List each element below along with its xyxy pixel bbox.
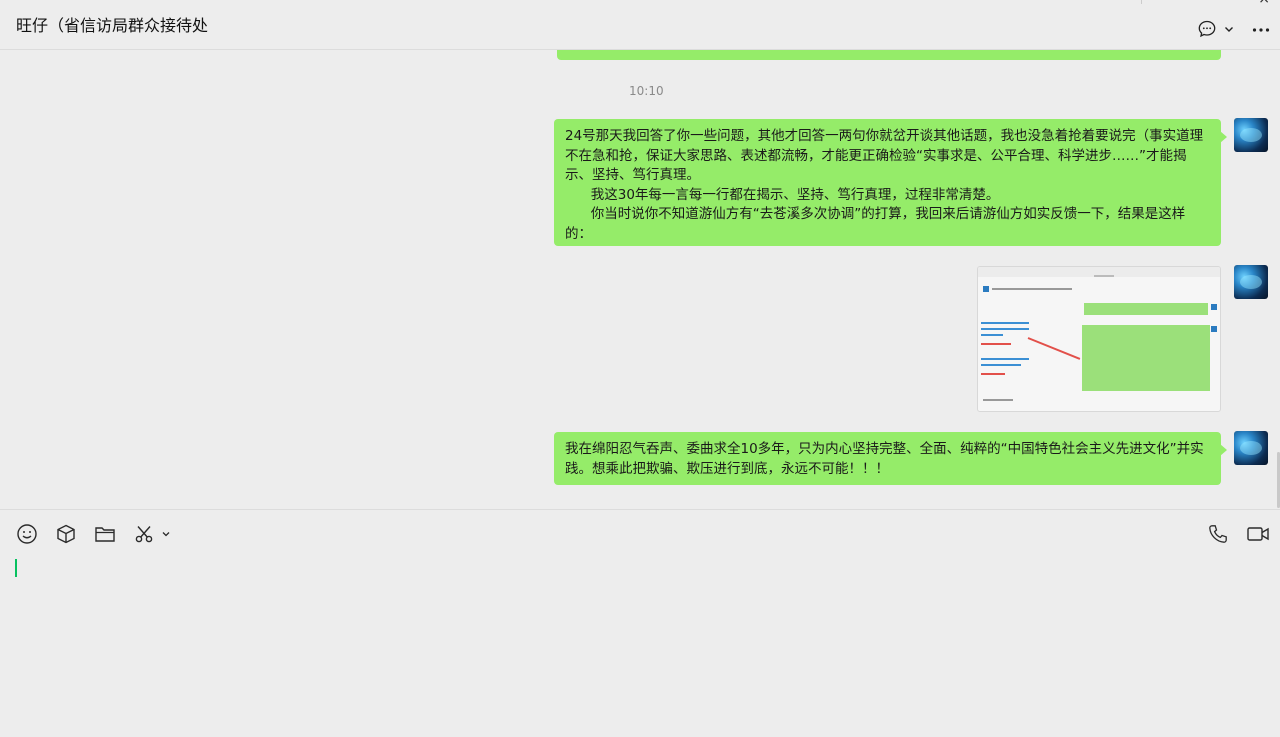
image-text-line xyxy=(1094,275,1114,277)
avatar[interactable] xyxy=(1234,265,1268,299)
image-text-line xyxy=(981,328,1029,330)
image-text-line xyxy=(981,334,1003,336)
chat-title: 旺仔（省信访局群众接待处 xyxy=(16,16,209,35)
sticker-button[interactable] xyxy=(55,522,77,546)
chevron-down-icon[interactable] xyxy=(160,528,172,540)
avatar[interactable] xyxy=(1234,431,1268,465)
input-area xyxy=(0,509,1280,737)
emoji-icon xyxy=(17,524,37,544)
image-avatar xyxy=(1211,304,1217,310)
more-icon xyxy=(1252,28,1270,32)
image-text-line xyxy=(992,288,1072,290)
message-list[interactable]: 10:10 24号那天我回答了你一些问题，其他才回答一两句你就岔开谈其他话题，我… xyxy=(0,50,1280,510)
screenshot-button[interactable] xyxy=(133,522,172,546)
chat-bubble-icon xyxy=(1198,20,1216,38)
image-annotation-arrow xyxy=(1027,337,1081,360)
image-green-block xyxy=(1082,325,1210,391)
window-separator xyxy=(1141,0,1142,4)
video-call-button[interactable] xyxy=(1246,522,1270,546)
emoji-button[interactable] xyxy=(16,522,38,546)
voice-call-button[interactable] xyxy=(1207,522,1229,546)
text-input-caret[interactable] xyxy=(15,559,17,577)
image-toolbar-line xyxy=(983,399,1013,401)
image-message[interactable] xyxy=(977,266,1221,412)
chat-header: × 旺仔（省信访局群众接待处 xyxy=(0,0,1280,50)
sticker-icon xyxy=(57,524,75,544)
previous-message-bubble[interactable] xyxy=(557,50,1221,60)
message-timestamp: 10:10 xyxy=(629,84,664,98)
image-avatar xyxy=(1211,326,1217,332)
chevron-down-icon xyxy=(1225,27,1233,32)
image-text-line xyxy=(981,358,1029,360)
chat-window: × 旺仔（省信访局群众接待处 10:10 24号那天我回答了你一些问题，其他才回… xyxy=(0,0,1280,737)
folder-icon xyxy=(95,527,115,542)
video-icon xyxy=(1247,527,1269,541)
chat-info-button[interactable] xyxy=(1197,18,1236,40)
avatar[interactable] xyxy=(1234,118,1268,152)
more-button[interactable] xyxy=(1251,18,1271,40)
image-text-line xyxy=(981,343,1011,345)
image-text-line xyxy=(981,322,1029,324)
send-file-button[interactable] xyxy=(94,522,116,546)
message-bubble-1[interactable]: 24号那天我回答了你一些问题，其他才回答一两句你就岔开谈其他话题，我也没急着抢着… xyxy=(554,119,1227,246)
image-green-block xyxy=(1084,303,1208,315)
message-bubble-3[interactable]: 我在绵阳忍气吞声、委曲求全10多年，只为内心坚持完整、全面、纯粹的“中国特色社会… xyxy=(554,432,1227,485)
scissors-icon xyxy=(135,526,153,543)
image-text-line xyxy=(981,373,1005,375)
phone-icon xyxy=(1209,525,1227,543)
image-text-line xyxy=(981,364,1021,366)
image-avatar xyxy=(983,286,989,292)
close-window-button[interactable]: × xyxy=(1258,0,1270,7)
